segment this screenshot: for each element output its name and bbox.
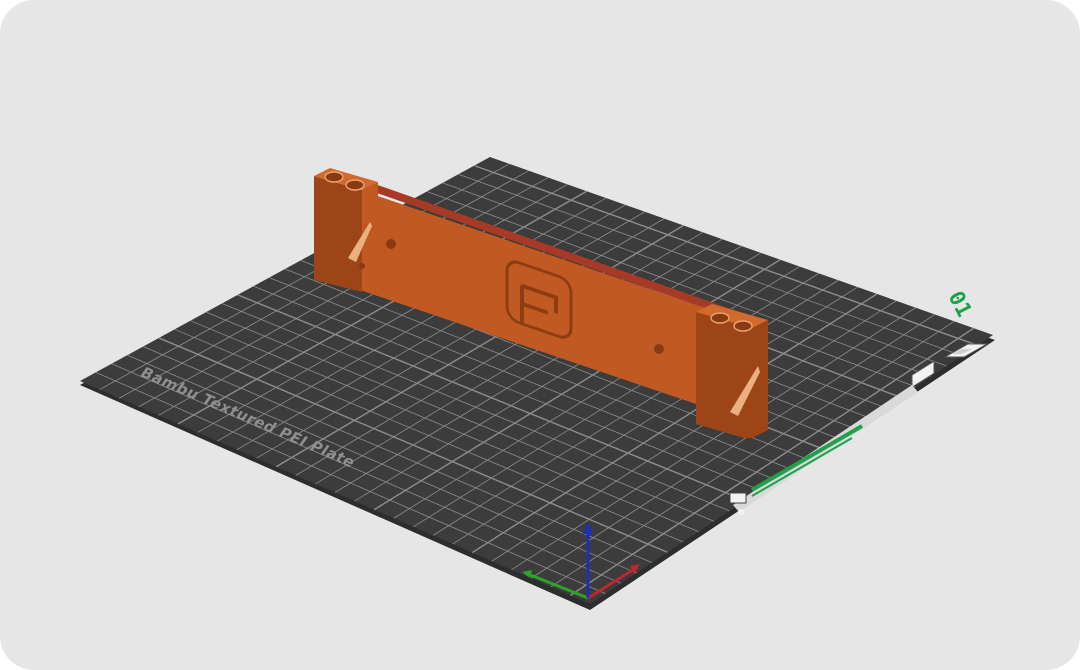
- model-right-block-side: [696, 312, 744, 438]
- model-mount-hole: [359, 263, 365, 269]
- model-hole: [345, 179, 365, 191]
- model-hole: [733, 320, 753, 332]
- model-mount-hole: [654, 344, 664, 354]
- model-hole: [324, 171, 344, 183]
- model-mount-hole: [386, 239, 396, 249]
- model-hole: [710, 312, 730, 324]
- model-left-block-side: [314, 176, 362, 292]
- plate-scene[interactable]: Bambu Textured PEI Plate 01: [0, 0, 1080, 670]
- 3d-viewport[interactable]: Bambu Textured PEI Plate 01: [0, 0, 1080, 670]
